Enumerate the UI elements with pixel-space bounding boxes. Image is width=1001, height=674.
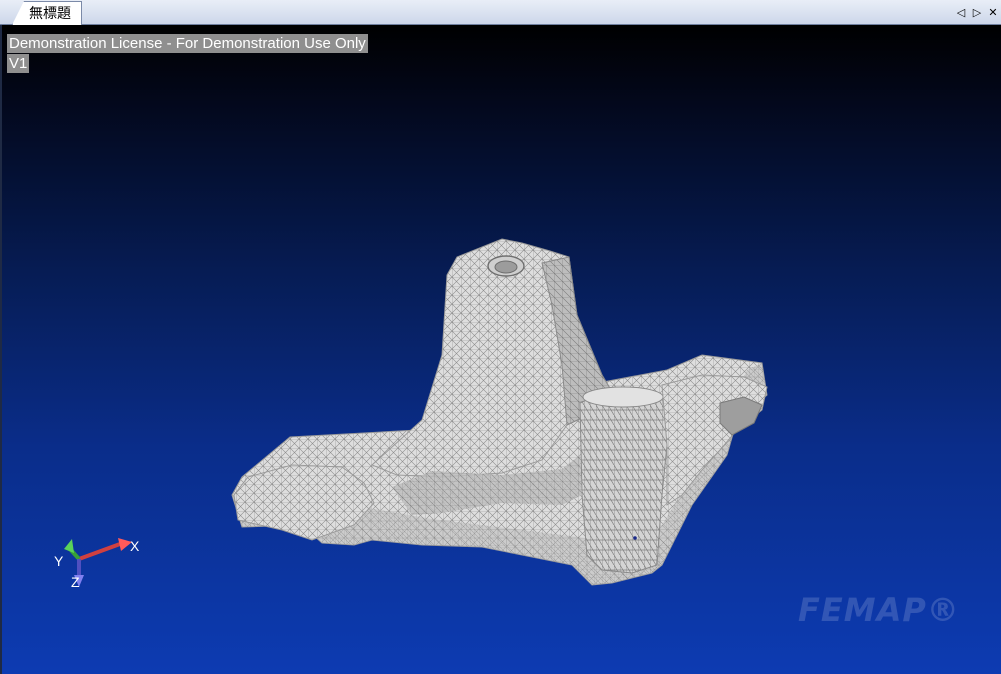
axis-y-label: Y	[54, 553, 64, 569]
document-tab-bar: 無標題 ◁ ▷ ✕	[0, 0, 1001, 25]
tab-untitled[interactable]: 無標題	[12, 1, 82, 25]
axis-x-label: X	[130, 538, 140, 554]
mesh-model[interactable]: X Y Z	[2, 25, 1001, 674]
scroll-right-icon[interactable]: ▷	[971, 3, 983, 21]
close-icon[interactable]: ✕	[987, 3, 999, 21]
axis-z-label: Z	[71, 574, 80, 590]
femap-watermark-logo: FEMAP®	[798, 591, 960, 629]
tab-navigation: ◁ ▷ ✕	[955, 2, 999, 22]
coordinate-triad: X Y Z	[54, 538, 140, 590]
mesh-right-boss	[579, 388, 668, 574]
scroll-left-icon[interactable]: ◁	[955, 3, 967, 21]
mesh-right-arm	[661, 374, 768, 506]
graphics-viewport[interactable]: Demonstration License - For Demonstratio…	[0, 25, 1001, 674]
